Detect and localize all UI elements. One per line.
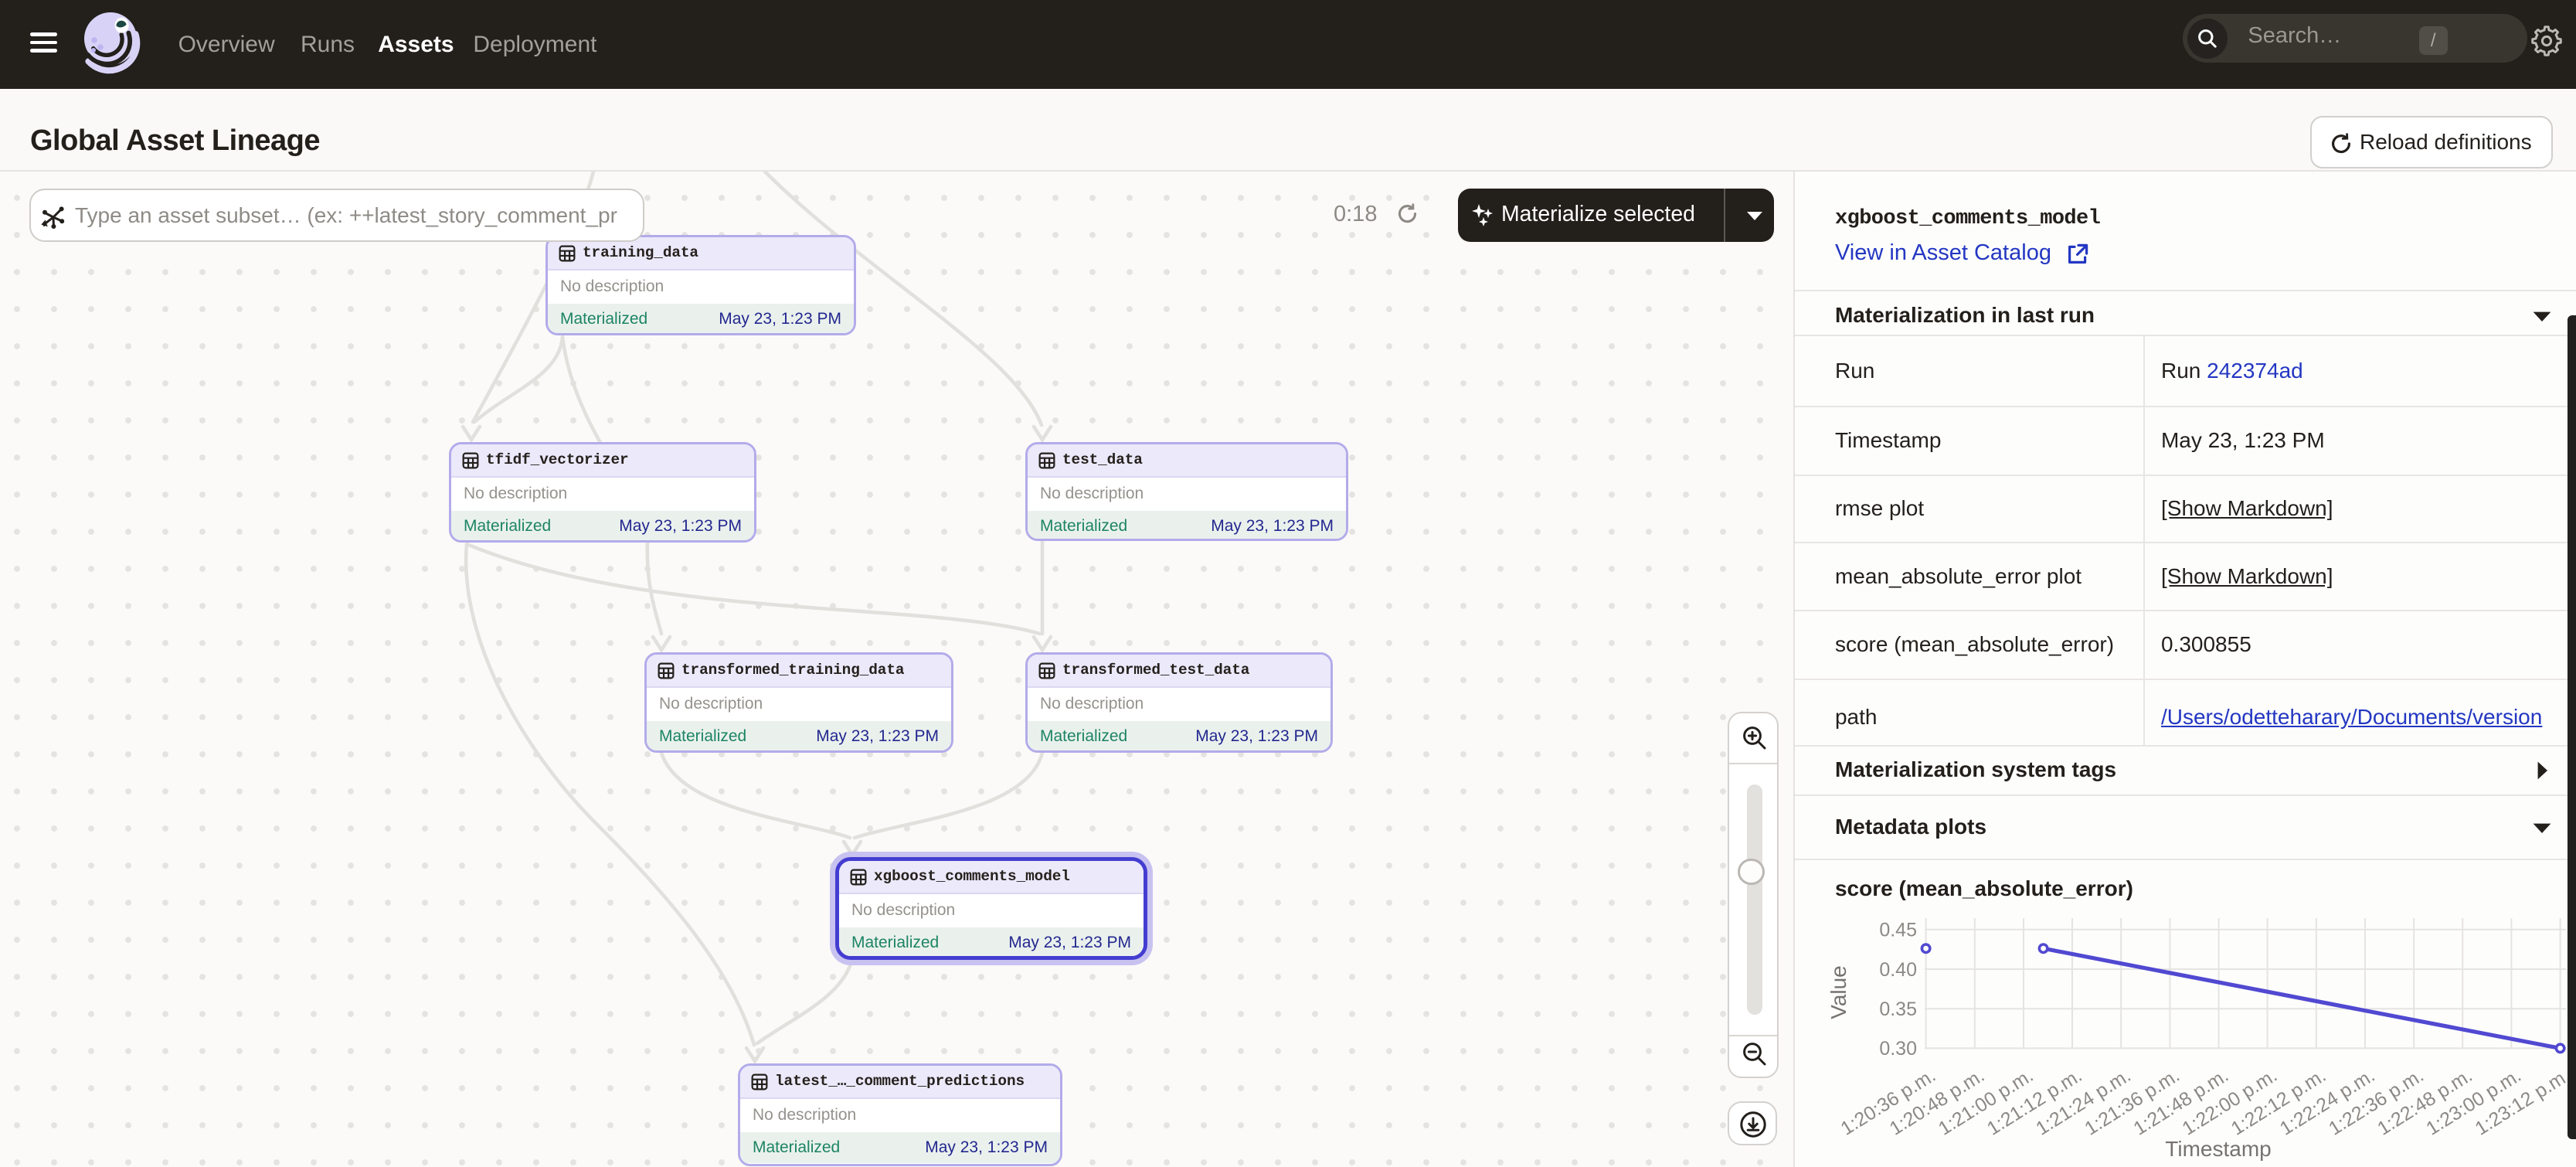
svg-text:0.45: 0.45 — [1880, 920, 1918, 941]
svg-text:0.30: 0.30 — [1880, 1038, 1918, 1060]
svg-text:0.35: 0.35 — [1880, 999, 1918, 1020]
svg-text:Timestamp: Timestamp — [2166, 1137, 2272, 1161]
svg-text:0.40: 0.40 — [1880, 959, 1918, 981]
svg-text:Value: Value — [1827, 965, 1850, 1019]
